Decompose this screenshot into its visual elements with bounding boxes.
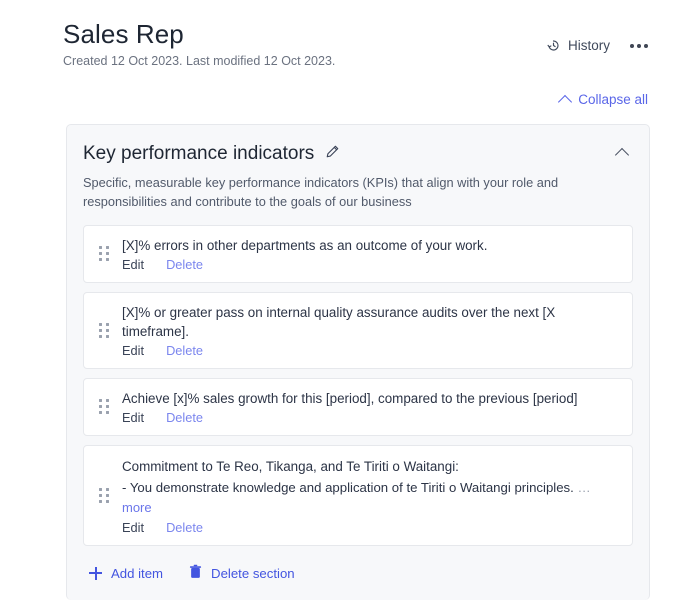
section-title: Key performance indicators bbox=[83, 143, 315, 164]
delete-link[interactable]: Delete bbox=[166, 343, 203, 358]
chevron-up-icon bbox=[614, 147, 630, 163]
kpi-item-list: [X]% errors in other departments as an o… bbox=[83, 225, 633, 546]
drag-handle-icon[interactable] bbox=[99, 399, 113, 415]
section-title-wrap: Key performance indicators bbox=[83, 141, 340, 167]
edit-link[interactable]: Edit bbox=[122, 520, 144, 535]
item-body: [X]% or greater pass on internal quality… bbox=[122, 303, 618, 358]
item-text: Achieve [x]% sales growth for this [peri… bbox=[122, 391, 578, 406]
delete-link[interactable]: Delete bbox=[166, 410, 203, 425]
trash-icon bbox=[189, 564, 202, 582]
add-item-button[interactable]: Add item bbox=[89, 566, 163, 581]
ellipsis-dot bbox=[644, 43, 648, 48]
history-label: History bbox=[567, 38, 610, 53]
page-meta-timestamps: Created 12 Oct 2023. Last modified 12 Oc… bbox=[63, 54, 336, 68]
edit-link[interactable]: Edit bbox=[122, 257, 144, 272]
item-actions: Edit Delete bbox=[122, 257, 618, 272]
delete-section-button[interactable]: Delete section bbox=[189, 564, 295, 582]
drag-handle-icon[interactable] bbox=[99, 246, 113, 262]
kpi-section-card: Key performance indicators Specific, mea… bbox=[66, 124, 650, 600]
section-footer-actions: Add item Delete section bbox=[83, 555, 633, 600]
plus-icon bbox=[89, 566, 102, 580]
section-header: Key performance indicators bbox=[83, 141, 633, 167]
drag-handle-icon[interactable] bbox=[99, 322, 113, 339]
list-item[interactable]: [X]% or greater pass on internal quality… bbox=[83, 292, 633, 369]
delete-section-label: Delete section bbox=[211, 565, 295, 581]
item-sub-line: - You demonstrate knowledge and applicat… bbox=[122, 477, 618, 498]
item-body: [X]% errors in other departments as an o… bbox=[122, 236, 618, 272]
performance-review-page: Sales Rep Created 12 Oct 2023. Last modi… bbox=[0, 0, 688, 616]
history-clock-icon bbox=[546, 38, 561, 53]
drag-handle-icon[interactable] bbox=[99, 487, 113, 504]
list-item[interactable]: [X]% errors in other departments as an o… bbox=[83, 225, 633, 283]
section-description: Specific, measurable key performance ind… bbox=[83, 175, 559, 209]
truncation-ellipsis: … bbox=[577, 480, 591, 495]
item-actions: Edit Delete bbox=[122, 343, 618, 358]
list-item[interactable]: Commitment to Te Reo, Tikanga, and Te Ti… bbox=[83, 445, 633, 546]
item-body: Achieve [x]% sales growth for this [peri… bbox=[122, 389, 618, 425]
item-text: [X]% errors in other departments as an o… bbox=[122, 238, 488, 253]
header-left: Sales Rep Created 12 Oct 2023. Last modi… bbox=[63, 18, 335, 70]
edit-link[interactable]: Edit bbox=[122, 343, 144, 358]
ellipsis-icon[interactable] bbox=[628, 42, 650, 50]
collapse-all-label: Collapse all bbox=[578, 92, 648, 107]
more-link[interactable]: more bbox=[122, 498, 618, 518]
collapse-all-button[interactable]: Collapse all bbox=[558, 92, 648, 109]
edit-link[interactable]: Edit bbox=[122, 410, 144, 425]
item-actions: Edit Delete bbox=[122, 410, 618, 425]
item-title-line: Commitment to Te Reo, Tikanga, and Te Ti… bbox=[122, 459, 459, 474]
ellipsis-dot bbox=[630, 43, 634, 48]
history-button[interactable]: History bbox=[546, 38, 610, 53]
section-collapse-toggle[interactable] bbox=[611, 141, 633, 167]
page-header: Sales Rep Created 12 Oct 2023. Last modi… bbox=[0, 0, 688, 70]
ellipsis-dot bbox=[637, 43, 641, 48]
item-sub-text: - You demonstrate knowledge and applicat… bbox=[122, 480, 574, 495]
delete-link[interactable]: Delete bbox=[166, 520, 203, 535]
item-text: [X]% or greater pass on internal quality… bbox=[122, 305, 556, 339]
collapse-all-row: Collapse all bbox=[0, 70, 688, 109]
page-title: Sales Rep bbox=[63, 19, 184, 49]
item-body: Commitment to Te Reo, Tikanga, and Te Ti… bbox=[122, 456, 618, 535]
item-actions: Edit Delete bbox=[122, 520, 618, 535]
pencil-icon[interactable] bbox=[325, 144, 340, 164]
add-item-label: Add item bbox=[111, 565, 164, 581]
delete-link[interactable]: Delete bbox=[166, 257, 203, 272]
list-item[interactable]: Achieve [x]% sales growth for this [peri… bbox=[83, 378, 633, 436]
chevron-up-icon bbox=[558, 94, 573, 109]
header-actions: History bbox=[546, 18, 650, 53]
